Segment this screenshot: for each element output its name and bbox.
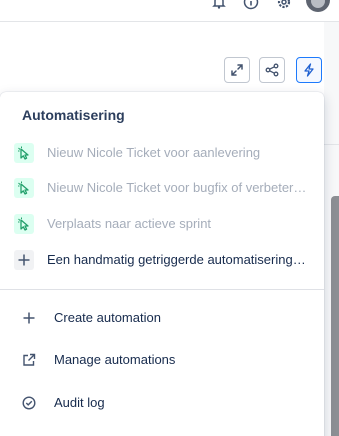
menu-divider <box>0 289 324 290</box>
menu-title: Automatisering <box>22 107 125 123</box>
menu-item-rule[interactable]: Nieuw Nicole Ticket voor bugfix of verbe… <box>0 172 324 204</box>
top-header <box>0 0 339 22</box>
scrollbar[interactable] <box>331 196 339 436</box>
bell-icon[interactable] <box>211 0 227 10</box>
plus-icon <box>14 250 34 270</box>
lightning-icon <box>304 63 314 77</box>
audit-log-item[interactable]: Audit log <box>0 387 324 419</box>
menu-item-rule[interactable]: Nieuw Nicole Ticket voor aanlevering <box>0 137 324 169</box>
plus-icon <box>20 309 38 327</box>
info-icon[interactable] <box>243 0 259 10</box>
avatar[interactable] <box>306 0 330 12</box>
expand-button[interactable] <box>224 57 250 83</box>
share-button[interactable] <box>259 57 285 83</box>
menu-item-label: Een handmatig getriggerde automatisering… <box>47 252 309 267</box>
menu-item-label: Manage automations <box>54 352 176 367</box>
background-divider <box>324 144 339 145</box>
create-automation-item[interactable]: Create automation <box>0 302 324 334</box>
automation-button[interactable] <box>296 57 322 83</box>
menu-item-label: Create automation <box>54 310 161 325</box>
menu-item-label: Verplaats naar actieve sprint <box>47 216 212 231</box>
menu-item-label: Nieuw Nicole Ticket voor aanlevering <box>47 145 261 160</box>
menu-item-label: Nieuw Nicole Ticket voor bugfix of verbe… <box>47 180 309 195</box>
gear-icon[interactable] <box>276 0 292 10</box>
automation-menu: Automatisering Nieuw Nicole Ticket voor … <box>0 92 324 436</box>
check-circle-icon <box>20 394 38 412</box>
cursor-click-icon <box>14 214 34 234</box>
menu-item-label: Audit log <box>54 395 105 410</box>
menu-item-rule[interactable]: Verplaats naar actieve sprint <box>0 208 324 240</box>
share-icon <box>265 63 279 77</box>
manage-automations-item[interactable]: Manage automations <box>0 344 324 376</box>
cursor-click-icon <box>14 178 34 198</box>
expand-icon <box>231 64 243 76</box>
cursor-click-icon <box>14 143 34 163</box>
external-link-icon <box>20 351 38 369</box>
menu-item-add-manual-trigger[interactable]: Een handmatig getriggerde automatisering… <box>0 244 324 276</box>
